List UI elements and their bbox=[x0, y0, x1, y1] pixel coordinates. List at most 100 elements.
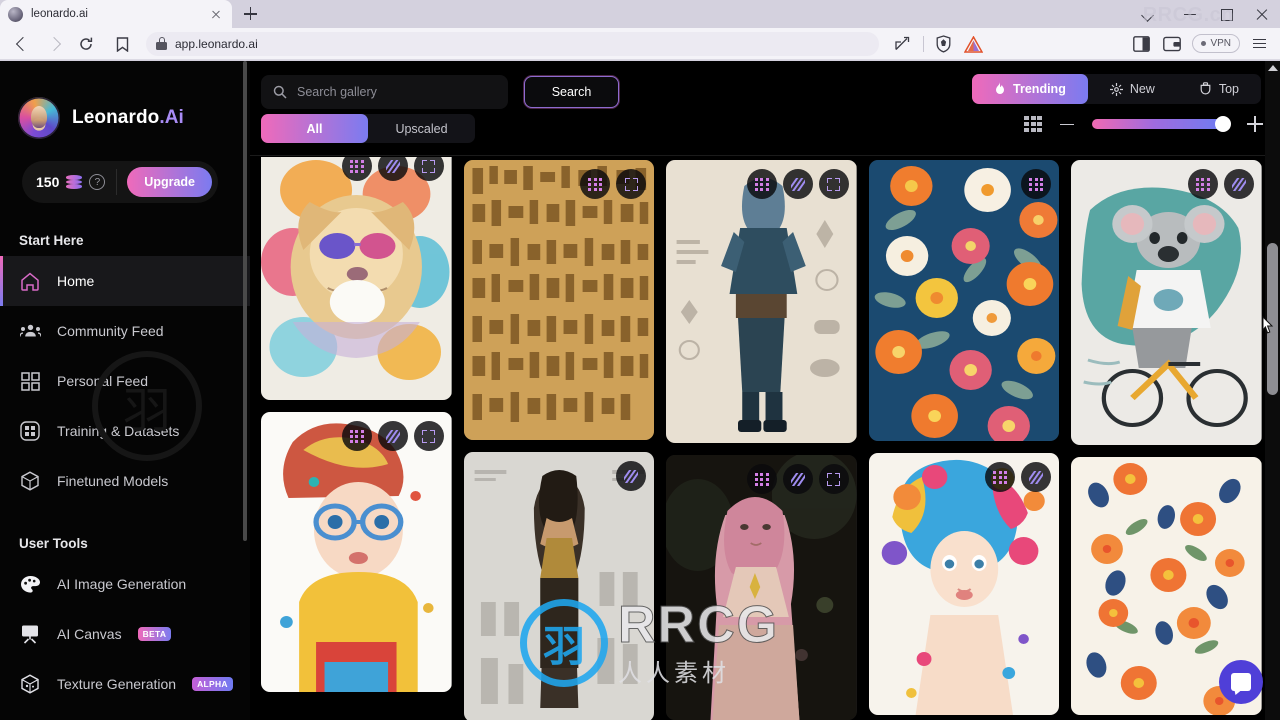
search-button[interactable]: Search bbox=[524, 76, 619, 108]
lock-icon bbox=[156, 37, 167, 50]
search-input[interactable] bbox=[297, 85, 487, 99]
remix-icon[interactable] bbox=[746, 464, 777, 494]
expand-icon[interactable] bbox=[616, 169, 647, 199]
diagonal-lines-icon[interactable] bbox=[377, 421, 408, 451]
sidebar-item-texture-generation[interactable]: Texture Generation ALPHA bbox=[0, 659, 250, 709]
sidebar-scrollbar[interactable] bbox=[243, 61, 247, 541]
sort-tabs: Trending New Top bbox=[972, 74, 1261, 104]
scrollbar-thumb[interactable] bbox=[1267, 243, 1278, 395]
window-close-button[interactable] bbox=[1244, 0, 1280, 28]
image-gallery: 羽 RRCG 人人素材 bbox=[250, 157, 1280, 720]
forward-icon[interactable] bbox=[40, 30, 68, 58]
divider bbox=[116, 169, 118, 195]
brave-logo-icon[interactable] bbox=[960, 30, 988, 58]
tab-new[interactable]: New bbox=[1088, 74, 1177, 104]
sidebar-item-label: Community Feed bbox=[57, 323, 164, 339]
filter-tab-all[interactable]: All bbox=[261, 114, 368, 143]
filter-tab-upscaled[interactable]: Upscaled bbox=[368, 114, 475, 143]
url-text: app.leonardo.ai bbox=[175, 36, 258, 51]
zoom-in-button[interactable] bbox=[1247, 116, 1263, 132]
sidebar-item-ai-image-generation[interactable]: AI Image Generation bbox=[0, 559, 250, 609]
menu-icon[interactable] bbox=[1246, 30, 1272, 58]
brave-shield-icon[interactable] bbox=[930, 30, 958, 58]
sidebar-panel-icon[interactable] bbox=[1128, 30, 1156, 58]
sidebar-item-ai-canvas[interactable]: AI Canvas BETA bbox=[0, 609, 250, 659]
card-actions bbox=[746, 169, 849, 199]
address-bar[interactable]: app.leonardo.ai bbox=[146, 31, 880, 56]
credits-amount: 150 bbox=[36, 174, 60, 190]
remix-icon[interactable] bbox=[341, 421, 372, 451]
gallery-card[interactable] bbox=[463, 160, 655, 440]
tab-top[interactable]: Top bbox=[1177, 74, 1261, 104]
help-circle-icon[interactable]: ? bbox=[89, 174, 106, 190]
tab-trending[interactable]: Trending bbox=[972, 74, 1088, 104]
gallery-column bbox=[1071, 160, 1262, 720]
zoom-slider-thumb[interactable] bbox=[1215, 116, 1231, 132]
card-actions bbox=[1187, 169, 1254, 199]
share-icon[interactable] bbox=[889, 30, 917, 58]
card-actions bbox=[1021, 169, 1052, 199]
new-tab-button[interactable] bbox=[236, 0, 264, 28]
browser-tab[interactable]: leonardo.ai bbox=[0, 0, 232, 28]
diagonal-lines-icon[interactable] bbox=[782, 169, 813, 199]
wallet-icon[interactable] bbox=[1158, 30, 1186, 58]
sidebar-item-home[interactable]: Home bbox=[0, 256, 250, 306]
bookmark-icon[interactable] bbox=[110, 30, 136, 58]
vpn-button[interactable]: VPN bbox=[1192, 34, 1240, 53]
diagonal-lines-icon[interactable] bbox=[377, 157, 408, 181]
diagonal-lines-icon[interactable] bbox=[616, 461, 647, 491]
expand-icon[interactable] bbox=[413, 157, 444, 181]
sidebar: Leonardo.Ai 150 ? Upgrade Start Here Hom… bbox=[0, 61, 250, 720]
reload-icon[interactable] bbox=[72, 30, 100, 58]
page-scrollbar[interactable] bbox=[1265, 61, 1280, 720]
sidebar-section-title-user-tools: User Tools bbox=[19, 536, 88, 551]
upgrade-button[interactable]: Upgrade bbox=[127, 167, 212, 197]
brand-header[interactable]: Leonardo.Ai bbox=[0, 61, 250, 139]
watermark-left: 羽 bbox=[92, 351, 202, 461]
datasets-icon bbox=[19, 420, 41, 442]
expand-icon[interactable] bbox=[413, 421, 444, 451]
back-icon[interactable] bbox=[8, 30, 36, 58]
zoom-controls bbox=[1024, 116, 1263, 132]
sidebar-item-label: Finetuned Models bbox=[57, 473, 169, 489]
card-actions bbox=[746, 464, 849, 494]
diagonal-lines-icon[interactable] bbox=[1223, 169, 1254, 199]
brand-name-main: Leonardo bbox=[72, 107, 160, 128]
gallery-card[interactable] bbox=[1071, 160, 1262, 445]
badge-alpha: ALPHA bbox=[192, 677, 233, 691]
card-image bbox=[1071, 160, 1262, 445]
expand-icon[interactable] bbox=[818, 169, 849, 199]
gallery-card[interactable] bbox=[666, 160, 857, 443]
remix-icon[interactable] bbox=[1187, 169, 1218, 199]
gallery-card[interactable] bbox=[666, 455, 857, 720]
layout-grid-icon[interactable] bbox=[1024, 116, 1042, 132]
search-field[interactable] bbox=[261, 75, 508, 109]
close-icon[interactable] bbox=[208, 6, 224, 22]
trophy-icon bbox=[1200, 82, 1211, 95]
vpn-label: VPN bbox=[1210, 38, 1231, 49]
gallery-card[interactable] bbox=[261, 412, 452, 692]
browser-window: leonardo.ai app.leonardo.ai VPN Leonardo… bbox=[0, 0, 1280, 720]
gallery-card[interactable] bbox=[463, 452, 655, 720]
remix-icon[interactable] bbox=[985, 462, 1016, 492]
remix-icon[interactable] bbox=[580, 169, 611, 199]
gallery-card[interactable] bbox=[868, 453, 1060, 715]
gallery-card[interactable] bbox=[261, 157, 452, 400]
sidebar-item-community-feed[interactable]: Community Feed bbox=[0, 306, 250, 356]
remix-icon[interactable] bbox=[746, 169, 777, 199]
card-image bbox=[868, 160, 1060, 441]
gallery-card[interactable] bbox=[868, 160, 1060, 441]
support-chat-button[interactable] bbox=[1219, 660, 1263, 704]
scroll-up-icon[interactable] bbox=[1268, 65, 1278, 71]
cube-icon bbox=[19, 470, 41, 492]
sidebar-item-finetuned-models[interactable]: Finetuned Models bbox=[0, 456, 250, 506]
remix-icon[interactable] bbox=[1021, 169, 1052, 199]
diagonal-lines-icon[interactable] bbox=[1021, 462, 1052, 492]
zoom-slider[interactable] bbox=[1092, 116, 1231, 132]
easel-icon bbox=[19, 623, 41, 645]
expand-icon[interactable] bbox=[818, 464, 849, 494]
diagonal-lines-icon[interactable] bbox=[782, 464, 813, 494]
zoom-out-button[interactable] bbox=[1060, 116, 1074, 132]
remix-icon[interactable] bbox=[341, 157, 372, 181]
sidebar-item-label: AI Canvas bbox=[57, 626, 122, 642]
